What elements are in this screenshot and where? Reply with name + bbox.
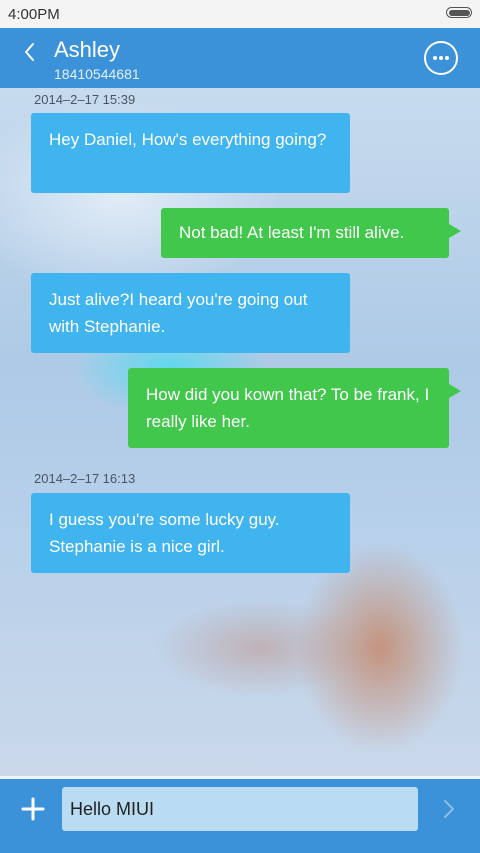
status-bar: 4:00PM	[0, 0, 480, 28]
send-button[interactable]	[440, 796, 458, 822]
message-bubble-outgoing[interactable]: Not bad! At least I'm still alive.	[161, 208, 461, 258]
composer-bar	[0, 776, 480, 853]
plus-icon	[21, 797, 45, 821]
message-bubble-outgoing[interactable]: How did you kown that? To be frank, I re…	[128, 368, 461, 448]
more-dots-icon	[433, 56, 449, 60]
bubble-tail	[449, 224, 461, 238]
bubble-tail	[449, 384, 461, 398]
battery-icon	[446, 7, 472, 18]
contact-name: Ashley	[54, 37, 121, 62]
message-text: How did you kown that? To be frank, I re…	[146, 385, 430, 431]
chevron-left-icon	[25, 43, 34, 61]
message-text: Hey Daniel, How's everything going?	[49, 130, 327, 149]
message-list[interactable]: 2014–2–17 15:39 Hey Daniel, How's everyt…	[0, 88, 480, 776]
message-timestamp: 2014–2–17 16:13	[34, 471, 136, 486]
contact-number: 18410544681	[54, 66, 140, 82]
back-button[interactable]	[18, 38, 42, 66]
message-text: I guess you're some lucky guy. Stephanie…	[49, 510, 280, 556]
add-attachment-button[interactable]	[20, 796, 46, 822]
more-options-button[interactable]	[424, 41, 458, 75]
conversation-header: Ashley 18410544681	[0, 28, 480, 88]
message-bubble-incoming[interactable]: Hey Daniel, How's everything going?	[31, 113, 350, 193]
message-timestamp: 2014–2–17 15:39	[34, 92, 136, 107]
message-bubble-incoming[interactable]: I guess you're some lucky guy. Stephanie…	[31, 493, 350, 573]
chevron-right-icon	[444, 800, 454, 818]
status-time: 4:00PM	[8, 6, 60, 23]
message-bubble-incoming[interactable]: Just alive?I heard you're going out with…	[31, 273, 350, 353]
message-text: Just alive?I heard you're going out with…	[49, 290, 308, 336]
message-text: Not bad! At least I'm still alive.	[179, 223, 405, 242]
message-input[interactable]	[62, 787, 418, 831]
